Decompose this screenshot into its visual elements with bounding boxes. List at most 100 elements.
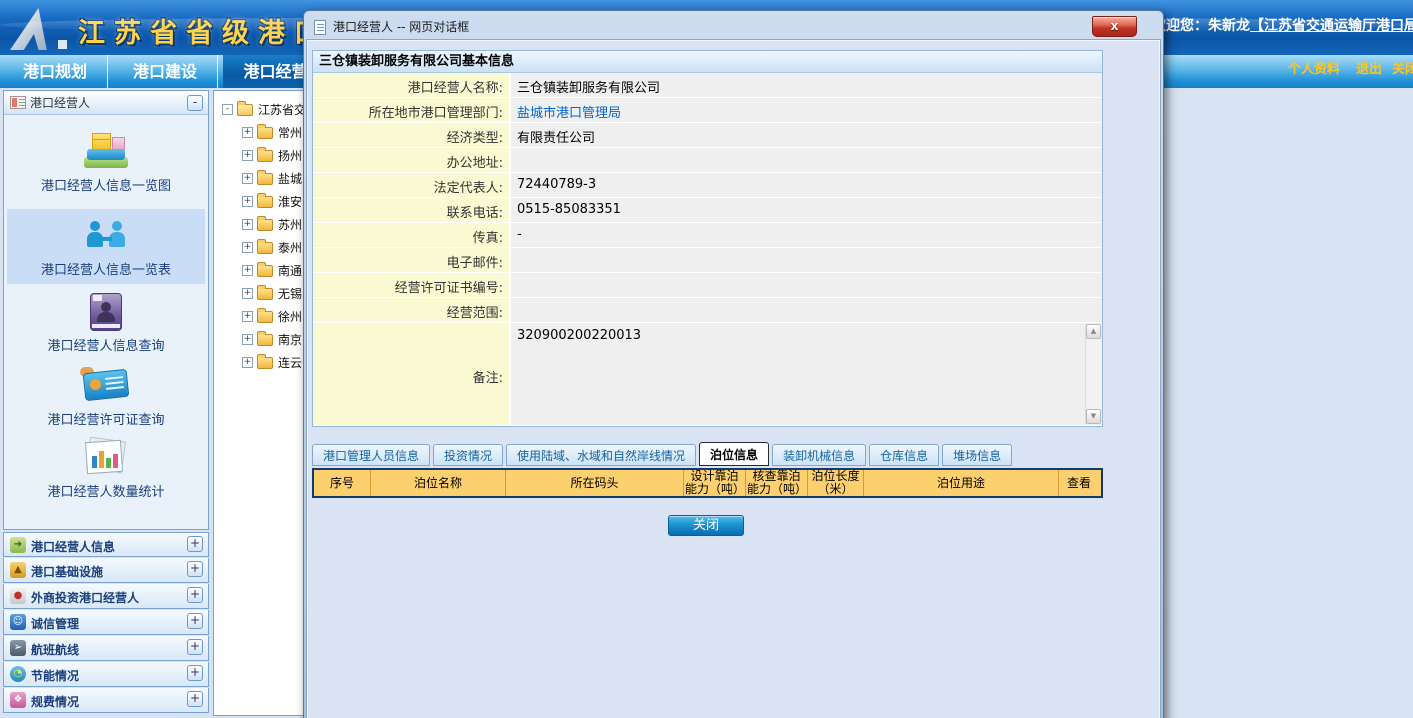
tree-expand-icon[interactable]: + bbox=[242, 242, 253, 253]
sidebar-item-operator-overview-map[interactable]: 港口经营人信息一览图 bbox=[7, 131, 205, 194]
folder-icon bbox=[257, 196, 273, 208]
dialog-close-x-button[interactable]: x bbox=[1092, 16, 1137, 37]
fees-icon: ❖ bbox=[10, 692, 26, 708]
dialog-title: 港口经营人 -- 网页对话框 bbox=[333, 20, 469, 34]
tab-management-staff[interactable]: 港口管理人员信息 bbox=[312, 444, 430, 466]
tree-node-city[interactable]: +泰州 bbox=[242, 239, 302, 257]
tree-expand-icon[interactable]: + bbox=[242, 127, 253, 138]
sidebar-item-operator-info-query[interactable]: 港口经营人信息查询 bbox=[7, 293, 205, 354]
sidebar-item-license-query[interactable]: 港口经营许可证查询 bbox=[7, 365, 205, 428]
sidebar-panel-fees[interactable]: ❖ 规费情况 + bbox=[3, 688, 209, 713]
tab-investment[interactable]: 投资情况 bbox=[433, 444, 503, 466]
berth-table-header: 序号 泊位名称 所在码头 设计靠泊能力（吨） 核查靠泊能力（吨） 泊位长度（米）… bbox=[312, 468, 1103, 498]
tab-loading-machinery[interactable]: 装卸机械信息 bbox=[772, 444, 866, 466]
sidebar-item-operator-list[interactable]: 港口经营人信息一览表 bbox=[7, 209, 205, 284]
tree-root-node[interactable]: -江苏省交 bbox=[222, 101, 306, 119]
sidebar-panel-energy-saving[interactable]: ◔ 节能情况 + bbox=[3, 662, 209, 687]
tree-expand-icon[interactable]: + bbox=[242, 265, 253, 276]
collapse-minus-button[interactable]: - bbox=[187, 95, 203, 111]
energy-saving-icon: ◔ bbox=[10, 666, 26, 682]
scroll-up-icon[interactable]: ▲ bbox=[1086, 324, 1101, 339]
expand-plus-button[interactable]: + bbox=[187, 691, 203, 707]
site-logo-icon bbox=[10, 6, 70, 52]
form-row: 港口经营人名称:三仓镇装卸服务有限公司 bbox=[313, 73, 1102, 98]
tree-node-city[interactable]: +常州 bbox=[242, 124, 302, 142]
welcome-org-link[interactable]: 【江苏省交通运输厅港口局】 bbox=[1250, 18, 1413, 34]
nav-tab-port-planning[interactable]: 港口规划 bbox=[3, 55, 108, 88]
news-icon bbox=[10, 96, 26, 109]
folder-icon bbox=[257, 173, 273, 185]
logout-link[interactable]: 退出 bbox=[1356, 58, 1382, 77]
expand-plus-button[interactable]: + bbox=[187, 587, 203, 603]
tree-expand-icon[interactable]: + bbox=[242, 288, 253, 299]
tree-node-city[interactable]: +连云 bbox=[242, 354, 302, 372]
tree-node-city[interactable]: +盐城 bbox=[242, 170, 302, 188]
tree-node-city[interactable]: +徐州 bbox=[242, 308, 302, 326]
expand-plus-button[interactable]: + bbox=[187, 536, 203, 552]
sidebar-panel-operator-info[interactable]: ➔ 港口经营人信息 + bbox=[3, 532, 209, 557]
expand-plus-button[interactable]: + bbox=[187, 561, 203, 577]
close-link[interactable]: 关闭 bbox=[1392, 58, 1413, 77]
phone-value: 0515-85083351 bbox=[509, 198, 1102, 222]
license-number-value bbox=[509, 273, 1102, 297]
form-row: 经营许可证书编号: bbox=[313, 273, 1102, 298]
folder-icon bbox=[257, 265, 273, 277]
tree-expand-icon[interactable]: + bbox=[242, 173, 253, 184]
tab-berth-info[interactable]: 泊位信息 bbox=[699, 442, 769, 466]
sidebar-panel-integrity-management[interactable]: ☺ 诚信管理 + bbox=[3, 610, 209, 635]
tree-expand-icon[interactable]: + bbox=[242, 150, 253, 161]
tree-node-city[interactable]: +苏州 bbox=[242, 216, 302, 234]
sidebar-panel-title: 港口经营人 bbox=[30, 96, 90, 110]
tab-yard-info[interactable]: 堆场信息 bbox=[942, 444, 1012, 466]
expand-plus-button[interactable]: + bbox=[187, 613, 203, 629]
profile-link[interactable]: 个人资料 bbox=[1288, 58, 1340, 77]
remarks-scrollbar[interactable]: ▲ ▼ bbox=[1085, 324, 1101, 424]
scroll-down-icon[interactable]: ▼ bbox=[1086, 409, 1101, 424]
col-serial-number: 序号 bbox=[314, 470, 370, 496]
overview-boxes-icon bbox=[80, 131, 132, 171]
tree-node-city[interactable]: +南京 bbox=[242, 331, 302, 349]
fax-value: - bbox=[509, 223, 1102, 247]
expand-plus-button[interactable]: + bbox=[187, 665, 203, 681]
tree-node-city[interactable]: +淮安 bbox=[242, 193, 302, 211]
tree-expand-icon[interactable]: + bbox=[242, 357, 253, 368]
sidebar-panel-flight-routes[interactable]: ➢ 航班航线 + bbox=[3, 636, 209, 661]
office-address-value bbox=[509, 148, 1102, 172]
sidebar-panel-foreign-investment[interactable]: ● 外商投资港口经营人 + bbox=[3, 584, 209, 609]
form-row-remarks: 备注: 320900200220013 ▲ ▼ bbox=[313, 323, 1102, 426]
folder-icon bbox=[257, 357, 273, 369]
sidebar-item-operator-statistics[interactable]: 港口经营人数量统计 bbox=[7, 437, 205, 500]
authority-link[interactable]: 盐城市港口管理局 bbox=[517, 106, 621, 121]
tree-expand-icon[interactable]: + bbox=[242, 219, 253, 230]
sidebar-panel-header[interactable]: 港口经营人 - bbox=[4, 91, 208, 115]
tree-expand-icon[interactable]: + bbox=[242, 196, 253, 207]
email-value bbox=[509, 248, 1102, 272]
folder-icon bbox=[257, 311, 273, 323]
folder-icon bbox=[257, 334, 273, 346]
welcome-text: 欢迎您：朱新龙【江苏省交通运输厅港口局】 bbox=[1152, 15, 1413, 35]
operator-name-value: 三仓镇装卸服务有限公司 bbox=[509, 73, 1102, 97]
folder-icon bbox=[257, 150, 273, 162]
dialog-title-bar[interactable]: 港口经营人 -- 网页对话框 x bbox=[307, 14, 1160, 40]
remarks-textarea[interactable]: 320900200220013 ▲ ▼ bbox=[509, 323, 1102, 425]
nav-tab-port-construction[interactable]: 港口建设 bbox=[113, 55, 218, 88]
dialog-close-button[interactable]: 关闭 bbox=[668, 515, 744, 536]
tree-node-city[interactable]: +扬州 bbox=[242, 147, 302, 165]
tree-expand-icon[interactable]: + bbox=[242, 334, 253, 345]
tree-expand-icon[interactable]: + bbox=[242, 311, 253, 322]
form-row: 传真:- bbox=[313, 223, 1102, 248]
tree-collapse-icon[interactable]: - bbox=[222, 104, 233, 115]
tree-node-city[interactable]: +无锡 bbox=[242, 285, 302, 303]
logo-triangle-icon bbox=[10, 8, 56, 50]
tab-warehouse-info[interactable]: 仓库信息 bbox=[869, 444, 939, 466]
col-berth-name: 泊位名称 bbox=[370, 470, 505, 496]
form-section-title: 三仓镇装卸服务有限公司基本信息 bbox=[313, 51, 1102, 73]
tree-node-city[interactable]: +南通 bbox=[242, 262, 302, 280]
form-row: 所在地市港口管理部门:盐城市港口管理局 bbox=[313, 98, 1102, 123]
expand-plus-button[interactable]: + bbox=[187, 639, 203, 655]
col-verified-capacity: 核查靠泊能力（吨） bbox=[745, 470, 807, 496]
economic-type-value: 有限责任公司 bbox=[509, 123, 1102, 147]
sidebar-panel-port-infrastructure[interactable]: ▲ 港口基础设施 + bbox=[3, 558, 209, 583]
open-folder-icon bbox=[237, 104, 253, 116]
tab-land-water-shoreline[interactable]: 使用陆域、水域和自然岸线情况 bbox=[506, 444, 696, 466]
